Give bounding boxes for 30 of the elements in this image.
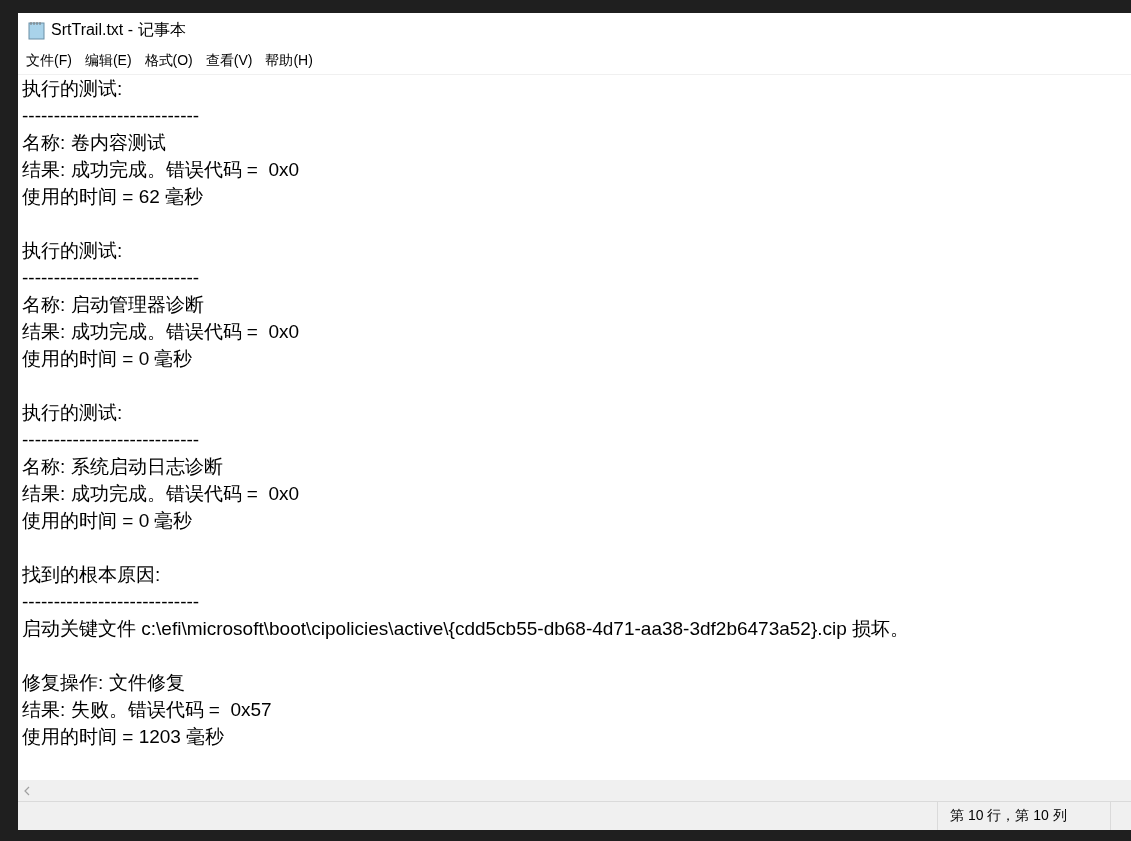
notepad-icon (28, 21, 45, 40)
text-line: 名称: 启动管理器诊断 (22, 293, 205, 317)
text-line: 使用的时间 = 0 毫秒 (22, 509, 194, 533)
text-line: 使用的时间 = 0 毫秒 (22, 347, 194, 371)
menu-item[interactable]: 文件(F) (26, 50, 72, 72)
text-line: 使用的时间 = 62 毫秒 (22, 185, 205, 209)
text-line: 结果: 成功完成。错误代码 = 0x0 (22, 482, 301, 506)
text-line: 结果: 成功完成。错误代码 = 0x0 (22, 320, 301, 344)
text-line: 使用的时间 = 1203 毫秒 (22, 725, 226, 749)
cursor-position: 第 10 行，第 10 列 (937, 802, 1111, 830)
text-line: 执行的测试: (22, 77, 124, 101)
menu-item[interactable]: 查看(V) (205, 50, 253, 72)
text-line: 结果: 失败。错误代码 = 0x57 (22, 698, 273, 722)
text-line: ---------------------------- (22, 104, 201, 128)
menu-item[interactable]: 帮助(H) (265, 50, 313, 72)
text-line: 执行的测试: (22, 239, 124, 263)
text-line: 结果: 成功完成。错误代码 = 0x0 (22, 158, 301, 182)
menu-item[interactable]: 编辑(E) (84, 50, 132, 72)
text-line: ---------------------------- (22, 428, 201, 452)
text-line: 修复操作: 文件修复 (22, 671, 186, 695)
text-line: 执行的测试: (22, 401, 124, 425)
text-line: ---------------------------- (22, 590, 201, 614)
text-line: 找到的根本原因: (22, 563, 162, 587)
text-line: 启动关键文件 c:\efi\microsoft\boot\cipolicies\active\{cdd5cb55-db68-4d71-aa38-3df2b6473a52}.cip 损坏。 (22, 617, 911, 641)
text-line: ---------------------------- (22, 266, 201, 290)
text-line: 名称: 系统启动日志诊断 (22, 455, 224, 479)
text-line: 名称: 卷内容测试 (22, 131, 167, 155)
menu-item[interactable]: 格式(O) (144, 50, 193, 72)
window-title: SrtTrail.txt - 记事本 (51, 20, 186, 40)
scroll-left-icon[interactable] (24, 785, 30, 796)
